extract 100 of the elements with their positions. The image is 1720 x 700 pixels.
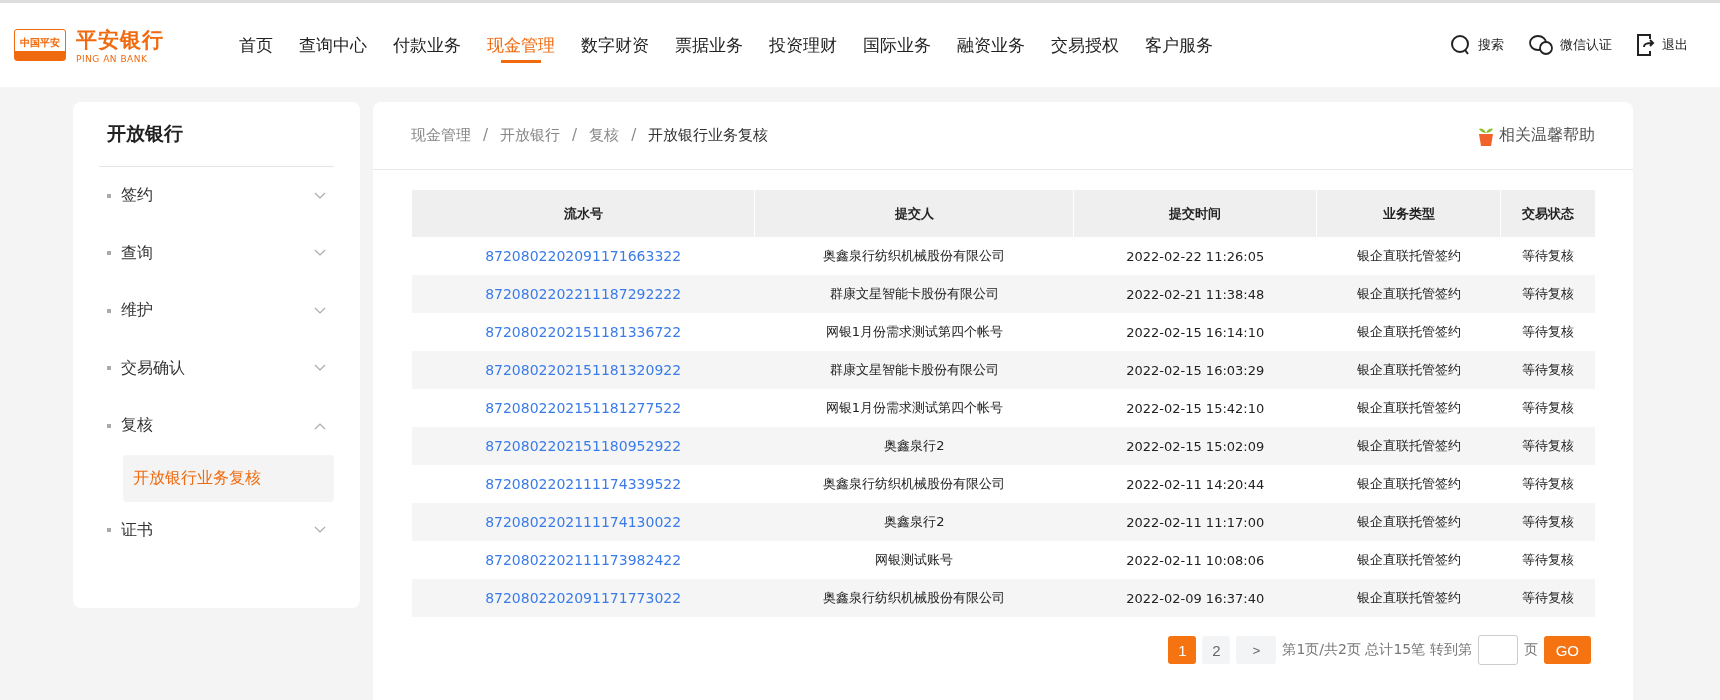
breadcrumb-link[interactable]: 复核 <box>589 126 620 145</box>
page-summary: 第1页/共2页 总计15笔 转到第 <box>1282 641 1472 659</box>
table-cell: 2022-02-11 14:20:44 <box>1126 476 1265 492</box>
table-cell: 银企直联托管签约 <box>1356 362 1461 377</box>
breadcrumb-link[interactable]: 开放银行 <box>500 126 561 145</box>
nav-tab[interactable]: 票据业务 <box>662 1 756 89</box>
nav-tab[interactable]: 客户服务 <box>1132 1 1226 89</box>
column-header: 业务类型 <box>1316 190 1501 237</box>
logo-badge: 中国平安 <box>14 29 66 61</box>
column-header: 交易状态 <box>1500 190 1595 237</box>
help-link[interactable]: 相关温馨帮助 <box>1477 124 1595 147</box>
column-header: 提交时间 <box>1073 190 1317 237</box>
sidebar-title: 开放银行 <box>99 102 334 167</box>
table-cell: 银企直联托管签约 <box>1356 514 1461 529</box>
serial-link[interactable]: 8720802202211187292222 <box>485 286 682 302</box>
table-cell: 群康文星智能卡股份有限公司 <box>829 286 999 301</box>
table-cell: 网银1月份需求测试第四个帐号 <box>825 324 1003 339</box>
table-cell: 2022-02-15 16:03:29 <box>1126 362 1265 378</box>
breadcrumb-separator: / <box>483 126 489 145</box>
nav-tab[interactable]: 首页 <box>226 1 286 89</box>
table-cell: 奥鑫泉行纺织机械股份有限公司 <box>823 590 1006 605</box>
page-input[interactable] <box>1477 635 1518 665</box>
chevron-down-icon <box>314 526 326 535</box>
table-cell: 网银1月份需求测试第四个帐号 <box>825 400 1003 415</box>
search-link[interactable]: 搜索 <box>1450 33 1504 57</box>
serial-link[interactable]: 8720802202111174130022 <box>485 514 682 530</box>
chat-bubbles-icon <box>1528 34 1554 56</box>
chevron-up-icon <box>314 421 326 430</box>
serial-link[interactable]: 8720802202111173982422 <box>485 552 682 568</box>
table-cell: 等待复核 <box>1521 476 1574 491</box>
table-cell: 等待复核 <box>1521 438 1574 453</box>
breadcrumb-separator: / <box>572 126 578 145</box>
serial-link[interactable]: 8720802202151181320922 <box>485 362 682 378</box>
nav-tab[interactable]: 付款业务 <box>380 1 474 89</box>
table-cell: 等待复核 <box>1521 362 1574 377</box>
table-cell: 等待复核 <box>1521 248 1574 263</box>
table-cell: 银企直联托管签约 <box>1356 248 1461 263</box>
table-cell: 奥鑫泉行2 <box>884 438 945 453</box>
table-cell: 2022-02-21 11:38:48 <box>1126 286 1265 302</box>
table-cell: 奥鑫泉行2 <box>884 514 945 529</box>
table-cell: 银企直联托管签约 <box>1356 438 1461 453</box>
table-cell: 2022-02-15 15:02:09 <box>1126 438 1265 454</box>
sidebar-item[interactable]: 复核 <box>99 397 334 455</box>
chevron-down-icon <box>314 191 326 200</box>
serial-link[interactable]: 8720802202091171663322 <box>485 248 682 264</box>
serial-link[interactable]: 8720802202151181277522 <box>485 400 682 416</box>
table-cell: 2022-02-11 10:08:06 <box>1126 552 1265 568</box>
breadcrumb-link[interactable]: 现金管理 <box>411 126 471 145</box>
search-icon <box>1450 34 1472 56</box>
table-cell: 2022-02-15 15:42:10 <box>1126 400 1265 416</box>
table-cell: 奥鑫泉行纺织机械股份有限公司 <box>823 248 1006 263</box>
serial-link[interactable]: 8720802202111174339522 <box>485 476 682 492</box>
sidebar-item[interactable]: 维护 <box>99 282 334 340</box>
nav-tab[interactable]: 查询中心 <box>286 1 380 89</box>
sidebar-item[interactable]: 证书 <box>99 501 334 559</box>
table-cell: 银企直联托管签约 <box>1356 476 1461 491</box>
table-cell: 2022-02-11 11:17:00 <box>1126 514 1265 530</box>
nav-tab[interactable]: 投资理财 <box>756 1 850 89</box>
column-header: 流水号 <box>411 190 755 237</box>
chevron-down-icon <box>314 249 326 258</box>
sidebar-item[interactable]: 交易确认 <box>99 339 334 397</box>
table-cell: 群康文星智能卡股份有限公司 <box>829 362 999 377</box>
column-header: 提交人 <box>754 190 1074 237</box>
table-cell: 等待复核 <box>1521 324 1574 339</box>
breadcrumb-link[interactable]: 开放银行业务复核 <box>648 126 769 145</box>
table-cell: 银企直联托管签约 <box>1356 400 1461 415</box>
sidebar-item[interactable]: 查询 <box>99 224 334 282</box>
table-cell: 2022-02-09 16:37:40 <box>1126 590 1265 606</box>
page-button[interactable]: 2 <box>1202 636 1231 664</box>
nav-tab[interactable]: 国际业务 <box>850 1 944 89</box>
breadcrumb-separator: / <box>631 126 637 145</box>
logout-link[interactable]: 退出 <box>1636 33 1688 57</box>
bank-subtitle: PING AN BANK <box>76 54 149 64</box>
table-cell: 等待复核 <box>1521 286 1574 301</box>
table-cell: 银企直联托管签约 <box>1356 590 1461 605</box>
page-suffix: 页 <box>1523 641 1538 659</box>
serial-link[interactable]: 8720802202151181336722 <box>485 324 682 340</box>
table-cell: 等待复核 <box>1521 552 1574 567</box>
wechat-link[interactable]: 微信认证 <box>1528 33 1612 57</box>
table-cell: 银企直联托管签约 <box>1356 286 1461 301</box>
logout-icon <box>1636 33 1656 57</box>
serial-link[interactable]: 8720802202091171773022 <box>485 590 682 606</box>
sidebar-item[interactable]: 签约 <box>99 167 334 225</box>
nav-tab[interactable]: 数字财资 <box>568 1 662 89</box>
table-cell: 奥鑫泉行纺织机械股份有限公司 <box>823 476 1006 491</box>
nav-tab[interactable]: 交易授权 <box>1038 1 1132 89</box>
chevron-down-icon <box>314 364 326 373</box>
table-cell: 银企直联托管签约 <box>1356 324 1461 339</box>
table-cell: 2022-02-22 11:26:05 <box>1126 248 1265 264</box>
table-cell: 等待复核 <box>1521 514 1574 529</box>
next-page-button[interactable]: > <box>1236 636 1277 664</box>
nav-tab[interactable]: 融资业务 <box>944 1 1038 89</box>
table-cell: 等待复核 <box>1521 400 1574 415</box>
table-cell: 银企直联托管签约 <box>1356 552 1461 567</box>
table-cell: 2022-02-15 16:14:10 <box>1126 324 1265 340</box>
bank-name: 平安银行 <box>76 27 164 54</box>
table-cell: 网银测试账号 <box>875 552 954 567</box>
chevron-down-icon <box>314 306 326 315</box>
table-cell: 等待复核 <box>1521 590 1574 605</box>
serial-link[interactable]: 8720802202151180952922 <box>485 438 682 454</box>
